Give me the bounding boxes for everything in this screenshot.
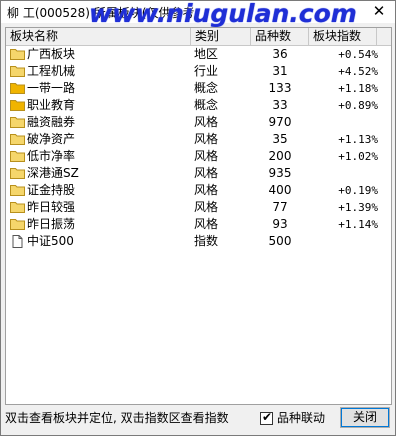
close-icon[interactable]: ✕ bbox=[371, 3, 387, 19]
sector-count: 133 bbox=[268, 81, 292, 95]
sector-name-cell: 融资融券 bbox=[10, 114, 180, 131]
sector-index-change: +1.14% bbox=[338, 218, 378, 231]
folder-icon bbox=[10, 218, 25, 230]
sector-name: 破净资产 bbox=[27, 132, 76, 146]
close-button[interactable]: 关闭 bbox=[340, 407, 390, 428]
status-hint: 双击查看板块并定位, 双击指数区查看指数 bbox=[5, 411, 229, 425]
header-type[interactable]: 类别 bbox=[191, 28, 251, 45]
sector-name: 融资融券 bbox=[27, 115, 76, 129]
sector-name-cell: 职业教育 bbox=[10, 97, 180, 114]
sector-name: 中证500 bbox=[27, 234, 74, 248]
sector-name: 一带一路 bbox=[27, 81, 76, 95]
sector-count: 35 bbox=[272, 132, 288, 146]
sector-type: 指数 bbox=[194, 234, 219, 248]
sector-name-cell: 工程机械 bbox=[10, 63, 180, 80]
sector-index-change: +1.02% bbox=[338, 150, 378, 163]
sector-count: 200 bbox=[268, 149, 292, 163]
sector-type: 行业 bbox=[194, 64, 219, 78]
folder-icon bbox=[10, 133, 25, 145]
sector-index-change bbox=[308, 165, 378, 182]
table-row[interactable]: 职业教育 概念 33 +0.89% bbox=[6, 97, 391, 114]
table-row[interactable]: 低市净率 风格 200 +1.02% bbox=[6, 148, 391, 165]
table-row[interactable]: 证金持股 风格 400 +0.19% bbox=[6, 182, 391, 199]
folder-icon bbox=[10, 116, 25, 128]
sector-index-change: +0.89% bbox=[338, 99, 378, 112]
sector-name: 广西板块 bbox=[27, 47, 76, 61]
folder-icon bbox=[10, 201, 25, 213]
sector-index-change: +1.39% bbox=[338, 201, 378, 214]
table-row[interactable]: 破净资产 风格 35 +1.13% bbox=[6, 131, 391, 148]
linkage-label[interactable]: 品种联动 bbox=[277, 410, 325, 426]
sector-name: 证金持股 bbox=[27, 183, 76, 197]
sector-name: 昨日振荡 bbox=[27, 217, 76, 231]
folder-icon bbox=[10, 48, 25, 60]
sector-name: 深港通SZ bbox=[27, 166, 79, 180]
sector-name: 昨日较强 bbox=[27, 200, 76, 214]
table-row[interactable]: 一带一路 概念 133 +1.18% bbox=[6, 80, 391, 97]
table-row[interactable]: 昨日较强 风格 77 +1.39% bbox=[6, 199, 391, 216]
table-row[interactable]: 工程机械 行业 31 +4.52% bbox=[6, 63, 391, 80]
sector-index-change: +0.54% bbox=[338, 48, 378, 61]
table-row[interactable]: 融资融券 风格 970 bbox=[6, 114, 391, 131]
table-row[interactable]: 广西板块 地区 36 +0.54% bbox=[6, 46, 391, 63]
sector-name-cell: 昨日较强 bbox=[10, 199, 180, 216]
sector-type: 地区 bbox=[194, 47, 219, 61]
sector-name-cell: 深港通SZ bbox=[10, 165, 180, 182]
sector-index-change: +1.13% bbox=[338, 133, 378, 146]
sector-name-cell: 证金持股 bbox=[10, 182, 180, 199]
sector-name-cell: 低市净率 bbox=[10, 148, 180, 165]
sector-name-cell: 破净资产 bbox=[10, 131, 180, 148]
sector-count: 935 bbox=[268, 166, 292, 180]
sector-type: 风格 bbox=[194, 217, 219, 231]
sector-name: 职业教育 bbox=[27, 98, 76, 112]
sector-name-cell: 昨日振荡 bbox=[10, 216, 180, 233]
folder-icon bbox=[10, 150, 25, 162]
linkage-checkbox[interactable]: ✔ bbox=[260, 410, 273, 425]
sector-name: 低市净率 bbox=[27, 149, 76, 163]
sector-count: 500 bbox=[268, 234, 292, 248]
table-header: 板块名称 类别 品种数 板块指数 bbox=[6, 28, 391, 46]
sector-type: 风格 bbox=[194, 200, 219, 214]
sector-name: 工程机械 bbox=[27, 64, 76, 78]
header-name[interactable]: 板块名称 bbox=[6, 28, 191, 45]
table-row[interactable]: 中证500 指数 500 bbox=[6, 233, 391, 250]
sector-index-change bbox=[308, 233, 378, 250]
header-index[interactable]: 板块指数 bbox=[309, 28, 377, 45]
sector-index-change: +4.52% bbox=[338, 65, 378, 78]
sector-count: 77 bbox=[272, 200, 288, 214]
checkmark-icon: ✔ bbox=[262, 410, 273, 424]
folder-icon bbox=[10, 167, 25, 179]
sector-name-cell: 中证500 bbox=[10, 233, 180, 250]
sector-type: 概念 bbox=[194, 81, 219, 95]
document-icon bbox=[10, 235, 24, 248]
sector-index-change: +1.18% bbox=[338, 82, 378, 95]
sector-type: 概念 bbox=[194, 98, 219, 112]
folder-icon bbox=[10, 65, 25, 77]
sector-index-change bbox=[308, 114, 378, 131]
sector-type: 风格 bbox=[194, 149, 219, 163]
table-row[interactable]: 昨日振荡 风格 93 +1.14% bbox=[6, 216, 391, 233]
sector-type: 风格 bbox=[194, 183, 219, 197]
watermark-logo: www.niugulan.com bbox=[89, 0, 357, 28]
sector-window: 柳 工(000528) 所属板块(仅供参考 www.niugulan.com ✕… bbox=[0, 0, 396, 436]
sector-count: 970 bbox=[268, 115, 292, 129]
table-row[interactable]: 深港通SZ 风格 935 bbox=[6, 165, 391, 182]
folder-icon bbox=[10, 184, 25, 196]
sector-type: 风格 bbox=[194, 166, 219, 180]
folder-gold-icon bbox=[10, 82, 25, 94]
folder-gold-icon bbox=[10, 99, 25, 111]
sector-type: 风格 bbox=[194, 115, 219, 129]
sector-count: 93 bbox=[272, 217, 288, 231]
sector-index-change: +0.19% bbox=[338, 184, 378, 197]
sector-count: 31 bbox=[272, 64, 288, 78]
sector-count: 400 bbox=[268, 183, 292, 197]
header-count[interactable]: 品种数 bbox=[251, 28, 309, 45]
sector-count: 36 bbox=[272, 47, 288, 61]
sector-count: 33 bbox=[272, 98, 288, 112]
sector-table[interactable]: 板块名称 类别 品种数 板块指数 广西板块 地区 36 +0.54% 工程机械 行业 31 +… bbox=[5, 27, 392, 405]
sector-name-cell: 广西板块 bbox=[10, 46, 180, 63]
title-bar[interactable]: 柳 工(000528) 所属板块(仅供参考 www.niugulan.com ✕ bbox=[1, 0, 395, 28]
sector-type: 风格 bbox=[194, 132, 219, 146]
sector-name-cell: 一带一路 bbox=[10, 80, 180, 97]
